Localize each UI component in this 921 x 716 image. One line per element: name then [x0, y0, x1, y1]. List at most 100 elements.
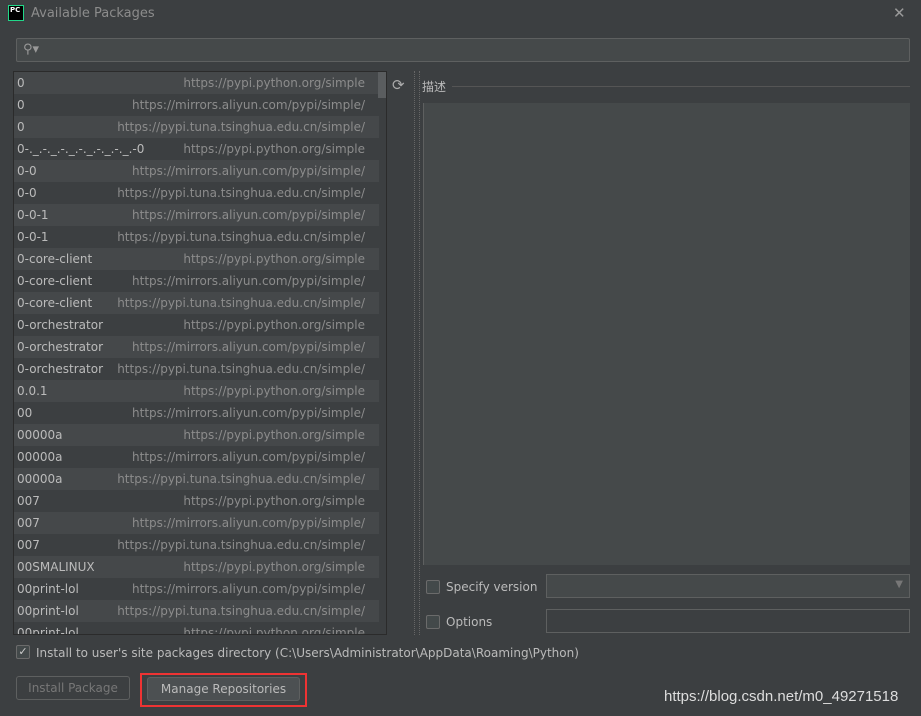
install-user-checkbox[interactable]: ✓	[16, 645, 30, 659]
package-repo-url: https://pypi.python.org/simple	[183, 252, 365, 266]
package-row[interactable]: 0-orchestrator https://mirrors.aliyun.com…	[14, 336, 379, 358]
package-row[interactable]: 0-0-1 https://mirrors.aliyun.com/pypi/sim…	[14, 204, 379, 226]
package-row[interactable]: 00000a https://pypi.tuna.tsinghua.edu.cn/…	[14, 468, 379, 490]
package-repo-url: https://mirrors.aliyun.com/pypi/simple/	[132, 340, 365, 354]
package-row[interactable]: 0 https://pypi.tuna.tsinghua.edu.cn/simpl…	[14, 116, 379, 138]
package-repo-url: https://pypi.python.org/simple	[183, 384, 365, 398]
package-repo-url: https://mirrors.aliyun.com/pypi/simple/	[132, 582, 365, 596]
package-name: 0-orchestrator	[17, 340, 104, 354]
package-name: 0-0-1	[17, 230, 49, 244]
package-name: 007	[17, 494, 40, 508]
package-repo-url: https://pypi.python.org/simple	[183, 494, 365, 508]
package-row[interactable]: 0-0 https://pypi.tuna.tsinghua.edu.cn/sim…	[14, 182, 379, 204]
close-icon[interactable]: ✕	[893, 4, 906, 22]
package-row[interactable]: 0-core-client https://pypi.tuna.tsinghua.…	[14, 292, 379, 314]
install-user-label: Install to user's site packages director…	[36, 646, 579, 660]
package-repo-url: https://pypi.python.org/simple	[183, 76, 365, 90]
package-repo-url: https://pypi.tuna.tsinghua.edu.cn/simple…	[117, 538, 365, 552]
package-name: 0-orchestrator	[17, 362, 104, 376]
package-name: 0	[17, 76, 25, 90]
package-name: 0-0	[17, 164, 37, 178]
package-name: 00SMALINUX	[17, 560, 95, 574]
search-input[interactable]: ⚲▾	[16, 38, 910, 62]
package-repo-url: https://pypi.python.org/simple	[183, 560, 365, 574]
package-row[interactable]: 0-0-1 https://pypi.tuna.tsinghua.edu.cn/s…	[14, 226, 379, 248]
package-name: 0-core-client	[17, 274, 93, 288]
window-title: Available Packages	[31, 6, 155, 21]
package-row[interactable]: 00print-lol https://pypi.tuna.tsinghua.ed…	[14, 600, 379, 622]
package-repo-url: https://mirrors.aliyun.com/pypi/simple/	[132, 450, 365, 464]
package-name: 0-orchestrator	[17, 318, 104, 332]
package-name: 0-0	[17, 186, 37, 200]
title-bar: PC Available Packages ✕	[0, 0, 921, 28]
package-repo-url: https://mirrors.aliyun.com/pypi/simple/	[132, 274, 365, 288]
package-repo-url: https://pypi.tuna.tsinghua.edu.cn/simple…	[117, 362, 365, 376]
package-row[interactable]: 007 https://pypi.tuna.tsinghua.edu.cn/sim…	[14, 534, 379, 556]
package-repo-url: https://pypi.tuna.tsinghua.edu.cn/simple…	[117, 604, 365, 618]
package-repo-url: https://pypi.tuna.tsinghua.edu.cn/simple…	[117, 230, 365, 244]
manage-repositories-button[interactable]: Manage Repositories	[147, 677, 300, 701]
package-repo-url: https://pypi.tuna.tsinghua.edu.cn/simple…	[117, 296, 365, 310]
package-name: 00print-lol	[17, 582, 79, 596]
package-row[interactable]: 00print-lol https://pypi.python.org/simpl…	[14, 622, 379, 635]
package-name: 0-core-client	[17, 252, 93, 266]
package-repo-url: https://pypi.python.org/simple	[183, 318, 365, 332]
package-row[interactable]: 0.0.1 https://pypi.python.org/simple	[14, 380, 379, 402]
package-repo-url: https://pypi.tuna.tsinghua.edu.cn/simple…	[117, 472, 365, 486]
package-repo-url: https://pypi.tuna.tsinghua.edu.cn/simple…	[117, 186, 365, 200]
package-row[interactable]: 0-._.-._.-._.-._.-._.-._.-0 https://pypi.…	[14, 138, 379, 160]
package-name: 007	[17, 538, 40, 552]
package-name: 007	[17, 516, 40, 530]
chevron-down-icon: ▼	[895, 579, 903, 590]
splitter-handle[interactable]	[414, 71, 420, 635]
package-name: 00	[17, 406, 33, 420]
version-dropdown[interactable]: ▼	[546, 574, 910, 598]
description-panel	[423, 103, 910, 565]
description-label: 描述	[422, 80, 447, 94]
search-icon: ⚲▾	[23, 42, 40, 57]
package-row[interactable]: 007 https://mirrors.aliyun.com/pypi/simpl…	[14, 512, 379, 534]
divider	[452, 86, 910, 87]
options-input[interactable]	[546, 609, 910, 633]
package-repo-url: https://mirrors.aliyun.com/pypi/simple/	[132, 164, 365, 178]
specify-version-label: Specify version	[446, 580, 538, 594]
package-row[interactable]: 0-core-client https://mirrors.aliyun.com/…	[14, 270, 379, 292]
package-row[interactable]: 0 https://pypi.python.org/simple	[14, 72, 379, 94]
options-checkbox[interactable]	[426, 615, 440, 629]
package-row[interactable]: 0 https://mirrors.aliyun.com/pypi/simple/	[14, 94, 379, 116]
package-name: 0	[17, 98, 25, 112]
package-repo-url: https://mirrors.aliyun.com/pypi/simple/	[132, 98, 365, 112]
package-row[interactable]: 00000a https://mirrors.aliyun.com/pypi/si…	[14, 446, 379, 468]
package-row[interactable]: 0-0 https://mirrors.aliyun.com/pypi/simpl…	[14, 160, 379, 182]
refresh-icon[interactable]: ⟳	[392, 76, 405, 94]
package-name: 0-._.-._.-._.-._.-._.-._.-0	[17, 142, 145, 156]
package-name: 0.0.1	[17, 384, 48, 398]
package-repo-url: https://mirrors.aliyun.com/pypi/simple/	[132, 406, 365, 420]
package-name: 0-0-1	[17, 208, 49, 222]
specify-version-checkbox[interactable]	[426, 580, 440, 594]
package-row[interactable]: 00 https://mirrors.aliyun.com/pypi/simple…	[14, 402, 379, 424]
package-name: 0	[17, 120, 25, 134]
list-scrollbar[interactable]	[378, 72, 386, 98]
install-package-button[interactable]: Install Package	[16, 676, 130, 700]
package-name: 00print-lol	[17, 626, 79, 635]
package-row[interactable]: 00print-lol https://mirrors.aliyun.com/py…	[14, 578, 379, 600]
package-repo-url: https://mirrors.aliyun.com/pypi/simple/	[132, 516, 365, 530]
package-repo-url: https://pypi.python.org/simple	[183, 142, 365, 156]
package-repo-url: https://pypi.python.org/simple	[183, 428, 365, 442]
package-name: 00000a	[17, 472, 63, 486]
package-row[interactable]: 0-core-client https://pypi.python.org/sim…	[14, 248, 379, 270]
package-row[interactable]: 0-orchestrator https://pypi.tuna.tsinghua…	[14, 358, 379, 380]
watermark: https://blog.csdn.net/m0_49271518	[664, 688, 899, 705]
package-name: 0-core-client	[17, 296, 93, 310]
package-name: 00print-lol	[17, 604, 79, 618]
package-row[interactable]: 007 https://pypi.python.org/simple	[14, 490, 379, 512]
package-row[interactable]: 00SMALINUX https://pypi.python.org/simple	[14, 556, 379, 578]
options-label: Options	[446, 615, 493, 629]
package-row[interactable]: 00000a https://pypi.python.org/simple	[14, 424, 379, 446]
package-list[interactable]: 0 https://pypi.python.org/simple 0 https://…	[13, 71, 387, 635]
package-row[interactable]: 0-orchestrator https://pypi.python.org/si…	[14, 314, 379, 336]
package-repo-url: https://pypi.tuna.tsinghua.edu.cn/simple…	[117, 120, 365, 134]
package-repo-url: https://mirrors.aliyun.com/pypi/simple/	[132, 208, 365, 222]
package-name: 00000a	[17, 428, 63, 442]
